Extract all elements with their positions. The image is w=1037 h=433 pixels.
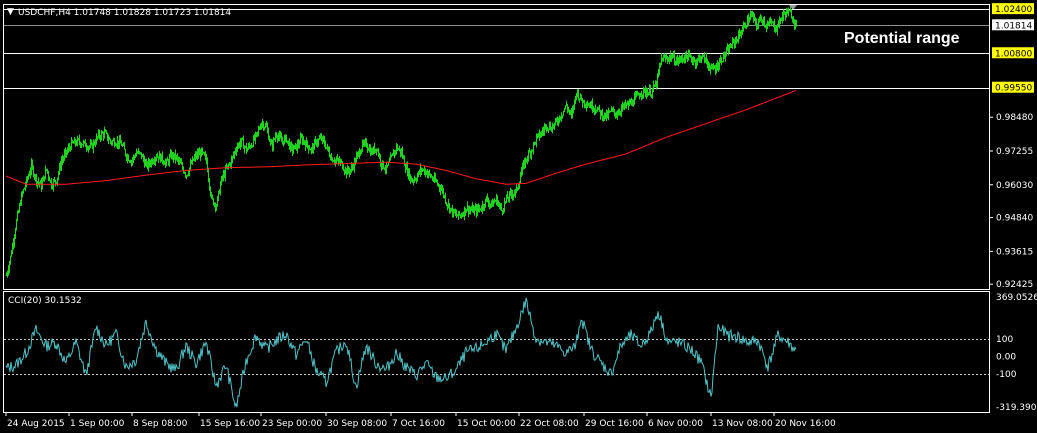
time-axis-label: 22 Oct 08:00 [520,419,579,429]
svg-text:1.02400: 1.02400 [995,5,1032,15]
svg-text:1.01814: 1.01814 [995,21,1032,31]
time-axis-label: 30 Sep 08:00 [327,419,387,429]
time-axis-label: 6 Nov 00:00 [648,419,703,429]
time-axis-label: 24 Aug 2015 [7,419,65,429]
cci-axis-label: -319.3906 [996,403,1037,413]
current-price-badge: 1.01814 [992,19,1034,31]
time-axis-label: 15 Sep 16:00 [200,419,260,429]
dropdown-triangle-icon[interactable]: ▼ [7,7,14,17]
price-axis-label: 0.96030 [996,181,1033,191]
cci-axis-label: -100 [996,370,1017,380]
level-price-badge: 0.99550 [992,81,1034,94]
potential-range-annotation: Potential range [844,30,960,47]
cci-series-line [5,297,797,408]
price-panel-frame [3,4,990,290]
price-axis-label: 0.98480 [996,113,1033,123]
price-axis-label: 0.92425 [996,280,1033,290]
price-axis-label: 0.93615 [996,247,1033,257]
level-price-badge: 1.00800 [992,47,1034,59]
time-axis-label: 7 Oct 16:00 [392,419,445,429]
time-axis-label: 20 Nov 16:00 [775,419,836,429]
time-axis-label: 29 Oct 16:00 [585,419,644,429]
time-axis-label: 13 Nov 08:00 [712,419,773,429]
cci-axis-label: 0.00 [996,352,1016,362]
cci-panel-frame [3,291,990,413]
time-axis-label: 15 Oct 00:00 [457,419,516,429]
cci-axis-label: 100 [996,335,1013,345]
price-axis-label: 0.97255 [996,147,1033,157]
level-price-badge: 1.02400 [992,3,1034,15]
svg-text:1.00800: 1.00800 [995,49,1032,59]
cci-axis-label: 369.0526 [996,293,1037,303]
chart-window[interactable]: ▼ USDCHF,H4 1.01748 1.01828 1.01723 1.01… [0,0,1037,433]
time-axis-label: 8 Sep 08:00 [133,419,188,429]
moving-average-line [5,90,797,185]
price-axis-label: 0.94840 [996,214,1033,224]
time-axis-label: 1 Sep 00:00 [70,419,125,429]
svg-text:0.99550: 0.99550 [995,84,1032,94]
time-axis-label: 23 Sep 00:00 [262,419,322,429]
cci-header: CCI(20) 30.1532 [8,296,82,306]
